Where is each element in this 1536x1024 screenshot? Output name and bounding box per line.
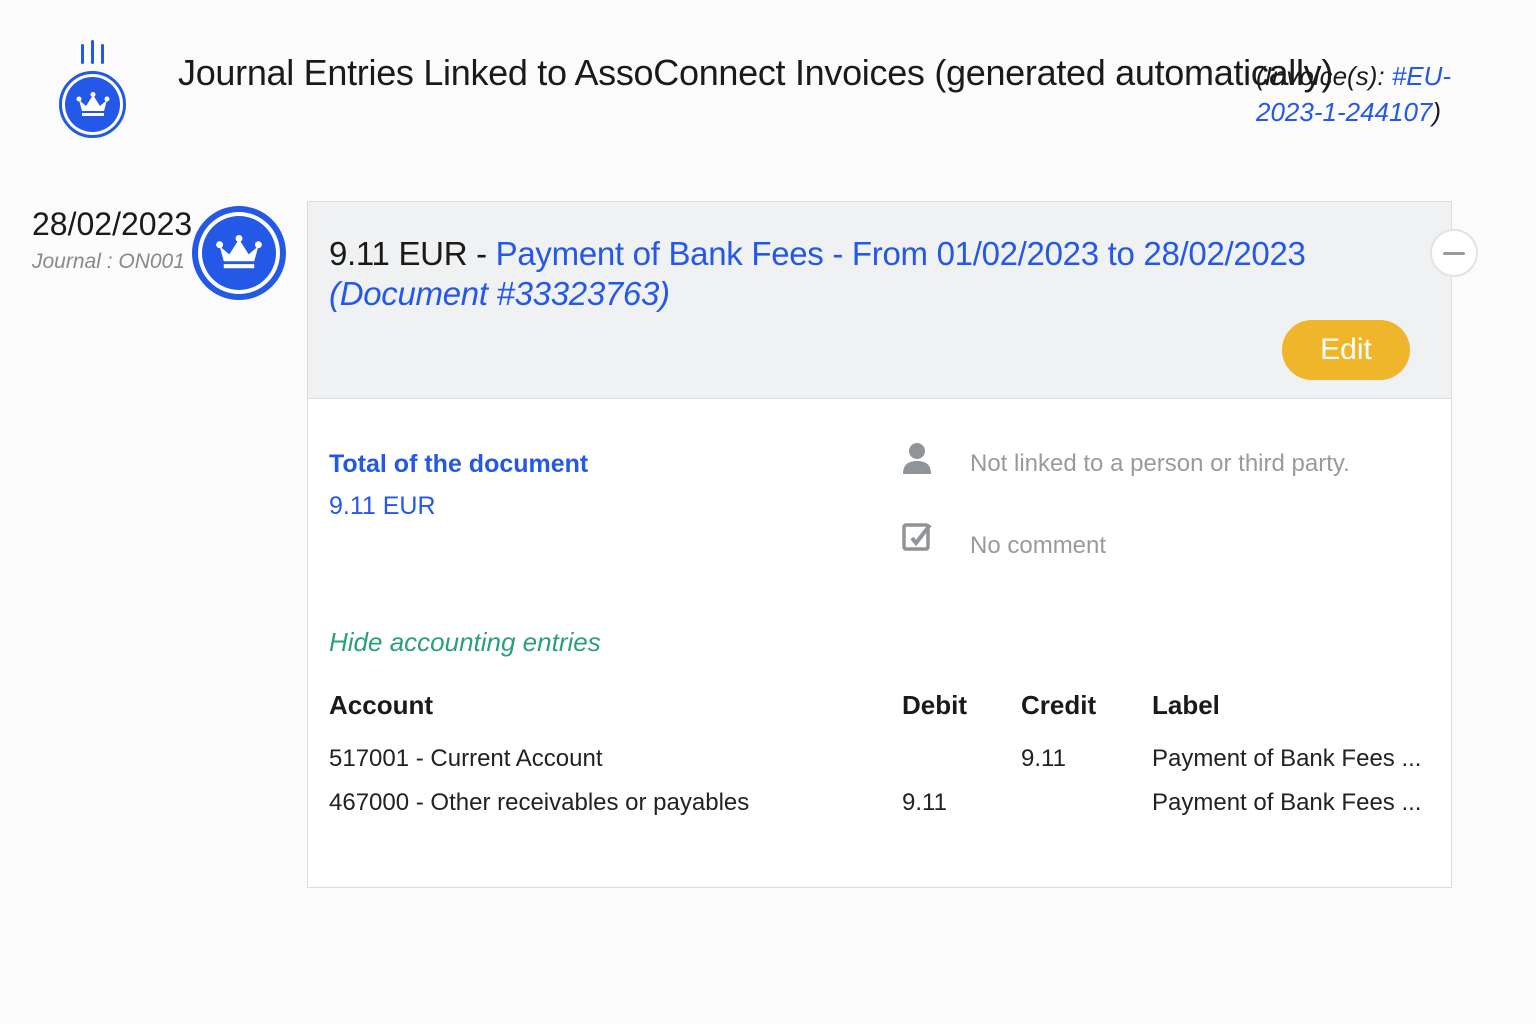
column-header-account: Account [329,690,433,720]
entry-crown-icon [192,206,286,300]
invoice-prefix: (Invoice(s): [1256,61,1392,91]
page-title: Journal Entries Linked to AssoConnect In… [178,52,1334,93]
document-link[interactable]: (Document #33323763) [329,275,670,312]
crown-icon [216,235,262,269]
hide-accounting-entries-link[interactable]: Hide accounting entries [329,627,601,658]
journal-entry-card: 9.11 EUR - Payment of Bank Fees - From 0… [307,201,1452,888]
invoice-reference: (Invoice(s): #EU-2023-1-244107) [1256,58,1476,130]
column-header-debit: Debit [902,690,967,720]
edit-button[interactable]: Edit [1282,320,1410,380]
entry-amount: 9.11 EUR [329,235,468,272]
collapse-button[interactable] [1430,229,1478,277]
table-cell-debit: 9.11 [902,789,947,816]
table-cell-label: Payment of Bank Fees ... [1152,745,1422,772]
motion-lines-icon [80,40,106,66]
entry-description-link[interactable]: Payment of Bank Fees - From 01/02/2023 t… [496,235,1306,272]
header-crown-icon [58,40,128,140]
journal-code: Journal : ON001 [32,250,185,273]
third-party-status: Not linked to a person or third party. [970,450,1350,477]
column-header-credit: Credit [1021,690,1097,720]
entry-title: 9.11 EUR - Payment of Bank Fees - From 0… [329,235,1306,312]
minus-icon [1443,251,1465,255]
table-cell-credit: 9.11 [1021,745,1066,772]
table-cell-account: 467000 - Other receivables or payables [329,789,750,816]
total-label: Total of the document [329,450,589,478]
comment-status: No comment [970,532,1107,559]
crown-icon [76,91,109,116]
card-header: 9.11 EUR - Payment of Bank Fees - From 0… [308,202,1451,399]
total-value: 9.11 EUR [329,492,436,520]
column-header-label: Label [1152,690,1220,720]
edit-comment-icon [902,523,932,551]
entry-date: 28/02/2023 [32,206,193,242]
table-cell-label: Payment of Bank Fees ... [1152,789,1422,816]
person-icon [903,443,931,474]
invoice-suffix: ) [1432,97,1442,127]
table-cell-account: 517001 - Current Account [329,745,603,772]
